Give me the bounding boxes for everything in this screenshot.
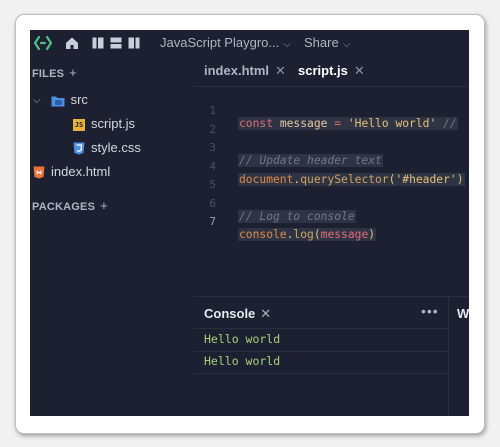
ellipsis-icon[interactable]: ••• (421, 303, 439, 319)
home-icon[interactable] (65, 36, 79, 50)
tab-index-html[interactable]: index.html ✕ (204, 63, 286, 79)
file-name: style.css (91, 140, 141, 155)
project-title-dropdown[interactable]: JavaScript Playgro... ⌵ (160, 35, 291, 50)
tab-label: index.html (204, 63, 270, 78)
close-icon[interactable]: ✕ (275, 63, 286, 78)
file-sidebar: FILES + ⌵ src JS script.js style.css index.… (30, 56, 194, 416)
tree-item-style-css[interactable]: style.css (73, 140, 141, 155)
tab-console[interactable]: Console ✕ (204, 306, 271, 322)
file-name: index.html (51, 164, 111, 179)
console-output-line: Hello world (194, 328, 448, 352)
console-title: Console (204, 306, 256, 321)
tree-item-index-html[interactable]: index.html (33, 164, 110, 179)
layout-toggles (92, 37, 142, 49)
html-file-icon (33, 166, 45, 179)
files-section-header: FILES + (32, 65, 77, 80)
code-line: 3 // Update header text (194, 128, 469, 167)
code-text: console.log(message) (238, 228, 377, 241)
code-line: 1 const message = 'Hello world' // (194, 91, 469, 130)
javascript-file-icon: JS (73, 118, 85, 131)
chevron-down-icon: ⌵ (33, 95, 41, 107)
file-name: script.js (91, 116, 136, 131)
chevron-down-icon: ⌵ (342, 39, 351, 50)
packages-section-header: PACKAGES + (32, 198, 108, 213)
tree-item-script-js[interactable]: JS script.js (73, 116, 135, 131)
css-file-icon (73, 142, 85, 155)
add-file-icon[interactable]: + (69, 65, 77, 80)
code-line: 2 (194, 110, 469, 136)
folder-name: src (70, 92, 88, 107)
line-number: 7 (209, 215, 216, 228)
close-icon[interactable]: ✕ (260, 306, 271, 321)
console-output-text: Hello world (204, 354, 281, 368)
tab-script-js[interactable]: script.js ✕ (298, 63, 365, 79)
app-logo-icon[interactable] (34, 35, 52, 51)
code-editor: index.html ✕ script.js ✕ 1 const message =… (194, 56, 469, 296)
add-package-icon[interactable]: + (100, 198, 108, 213)
console-output-line: Hello world (194, 351, 448, 374)
close-icon[interactable]: ✕ (354, 63, 365, 78)
project-title: JavaScript Playgro... (160, 35, 280, 50)
console-panel: Console ✕ ••• Hello world Hello world (194, 296, 448, 416)
code-line: 4 document.querySelector('#header') (194, 147, 469, 186)
sidebar-layout-icon[interactable] (92, 37, 104, 49)
editor-tabs: index.html ✕ script.js ✕ (194, 56, 469, 87)
code-line: 6 // Log to console (194, 184, 469, 223)
code-line: 7 console.log(message) (194, 202, 469, 241)
chevron-down-icon: ⌵ (283, 39, 291, 50)
top-bar: JavaScript Playgro... ⌵ Share ⌵ (30, 30, 469, 56)
folder-icon (51, 96, 65, 107)
playground-window: JavaScript Playgro... ⌵ Share ⌵ FILES + ⌵ sr… (30, 30, 469, 416)
preview-layout-icon[interactable] (128, 37, 140, 49)
console-layout-icon[interactable] (110, 37, 122, 49)
right-panel-tab[interactable]: W (448, 296, 469, 416)
tree-item-src[interactable]: ⌵ src (33, 92, 88, 107)
files-label: FILES (32, 68, 65, 80)
share-label: Share (304, 35, 339, 50)
code-line: 5 (194, 165, 469, 191)
right-panel-label: W (457, 306, 469, 321)
packages-label: PACKAGES (32, 201, 96, 213)
console-output-text: Hello world (204, 332, 281, 346)
share-dropdown[interactable]: Share ⌵ (304, 35, 350, 50)
tab-label: script.js (298, 63, 348, 78)
